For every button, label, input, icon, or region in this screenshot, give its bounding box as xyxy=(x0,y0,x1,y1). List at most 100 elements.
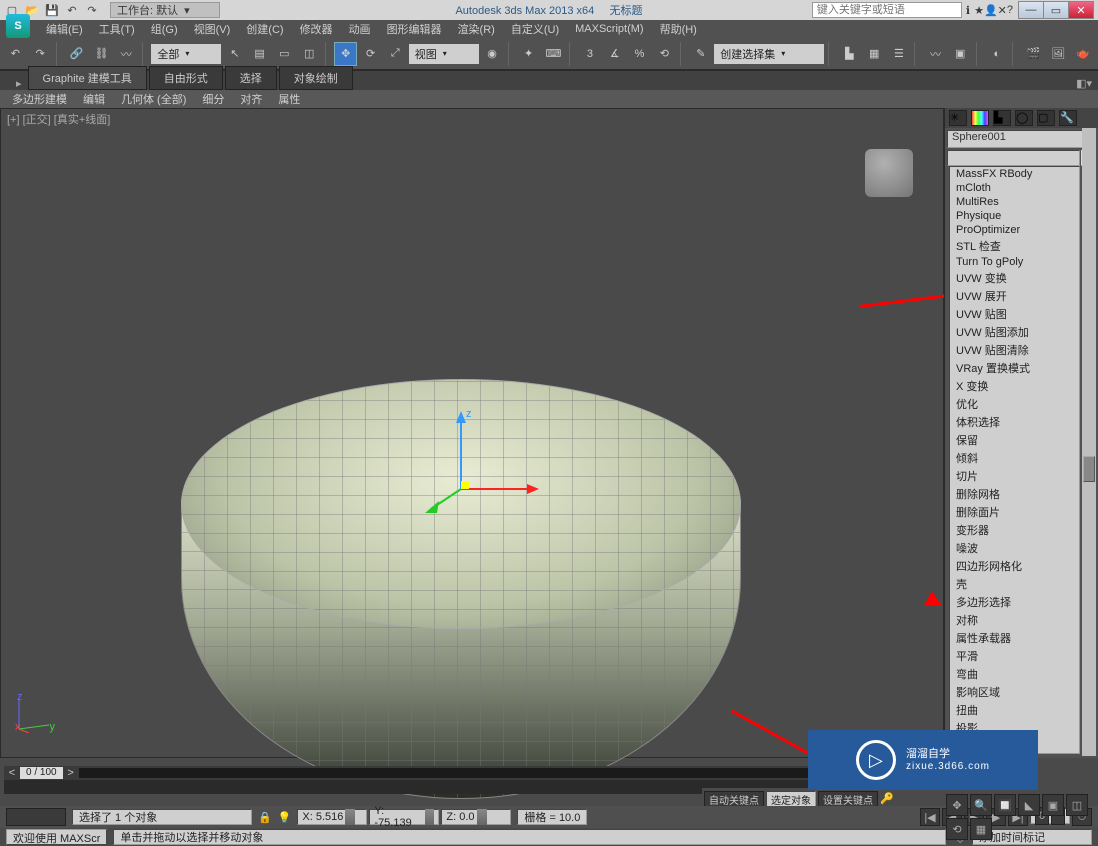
ribbon-panel-geometry[interactable]: 几何体 (全部) xyxy=(115,91,192,107)
pan-button[interactable]: ✥ xyxy=(946,794,968,816)
modifier-item[interactable]: Turn To gPoly xyxy=(950,255,1079,269)
modifier-item[interactable]: ProOptimizer xyxy=(950,223,1079,237)
percent-snap-button[interactable]: % xyxy=(628,42,651,66)
undo-button[interactable]: ↶ xyxy=(4,42,27,66)
named-selection-set[interactable]: 创建选择集▾ xyxy=(714,44,824,64)
modifier-item[interactable]: 属性承载器 xyxy=(950,629,1079,647)
exchange-icon[interactable]: ✕ xyxy=(998,4,1007,17)
tab-create-icon[interactable]: ✳ xyxy=(949,110,967,126)
modifier-item[interactable]: MultiRes xyxy=(950,195,1079,209)
edit-named-sel-button[interactable]: ✎ xyxy=(689,42,712,66)
set-key-button[interactable]: 设置关键点 xyxy=(818,791,878,807)
rendered-frame-button[interactable]: 🖼 xyxy=(1047,42,1070,66)
modifier-item[interactable]: 删除网格 xyxy=(950,485,1079,503)
angle-snap-button[interactable]: ∡ xyxy=(603,42,626,66)
unlink-button[interactable]: ⛓ xyxy=(90,42,113,66)
modifier-item[interactable]: X 变换 xyxy=(950,377,1079,395)
minimize-button[interactable]: — xyxy=(1018,1,1044,19)
viewcube[interactable] xyxy=(865,149,913,197)
modifier-item[interactable]: 四边形网格化 xyxy=(950,557,1079,575)
menu-modifiers[interactable]: 修改器 xyxy=(300,21,333,37)
help-icon[interactable]: ? xyxy=(1007,4,1013,16)
menu-render[interactable]: 渲染(R) xyxy=(458,21,495,37)
maximize-viewport-button[interactable]: ▦ xyxy=(970,818,992,840)
ribbon-panel-props[interactable]: 属性 xyxy=(272,91,306,107)
bind-spacewarp-button[interactable]: 〰 xyxy=(115,42,138,66)
auto-key-button[interactable]: 自动关键点 xyxy=(704,791,764,807)
signin-icon[interactable]: 👤 xyxy=(984,4,998,17)
menu-view[interactable]: 视图(V) xyxy=(194,21,231,37)
coord-x[interactable]: X: 5.516 xyxy=(297,809,367,825)
coord-y[interactable]: Y: -75.139 xyxy=(369,809,439,825)
modifier-item[interactable]: VRay 置换模式 xyxy=(950,359,1079,377)
undo-icon[interactable]: ↶ xyxy=(64,2,80,18)
tab-motion-icon[interactable]: ◯ xyxy=(1015,110,1033,126)
redo-button[interactable]: ↷ xyxy=(29,42,52,66)
ribbon-tab-graphite[interactable]: Graphite 建模工具 xyxy=(28,66,147,90)
goto-start-button[interactable]: |◀ xyxy=(920,808,940,826)
modifier-item[interactable]: 体积选择 xyxy=(950,413,1079,431)
modifier-item[interactable]: UVW 变换 xyxy=(950,269,1079,287)
scale-button[interactable]: ⤢ xyxy=(384,42,407,66)
viewport-label[interactable]: [+] [正交] [真实+线面] xyxy=(7,111,110,127)
ref-coord-system[interactable]: 视图▾ xyxy=(409,44,479,64)
modifier-item[interactable]: UVW 展开 xyxy=(950,287,1079,305)
layers-button[interactable]: ☰ xyxy=(888,42,911,66)
ribbon-tab-objectpaint[interactable]: 对象绘制 xyxy=(279,66,353,90)
snap-toggle-button[interactable]: 3 xyxy=(579,42,602,66)
modifier-item[interactable]: 影响区域 xyxy=(950,683,1079,701)
favorite-icon[interactable]: ★ xyxy=(974,4,984,17)
link-button[interactable]: 🔗 xyxy=(65,42,88,66)
modifier-item[interactable]: 噪波 xyxy=(950,539,1079,557)
zoom-all-button[interactable]: 🔲 xyxy=(994,794,1016,816)
ribbon-expand-icon[interactable]: ◧▾ xyxy=(1076,77,1092,90)
scrollbar-thumb[interactable] xyxy=(1083,456,1095,482)
menu-customize[interactable]: 自定义(U) xyxy=(511,21,559,37)
modifier-item[interactable]: Physique xyxy=(950,209,1079,223)
menu-edit[interactable]: 编辑(E) xyxy=(46,21,83,37)
modifier-item[interactable]: mCloth xyxy=(950,181,1079,195)
modifier-item[interactable]: 弯曲 xyxy=(950,665,1079,683)
app-menu-button[interactable]: S xyxy=(6,14,30,38)
modifier-item[interactable]: UVW 贴图 xyxy=(950,305,1079,323)
keyboard-shortcut-button[interactable]: ⌨ xyxy=(542,42,565,66)
material-editor-button[interactable]: ◐ xyxy=(985,42,1008,66)
modifier-item[interactable]: UVW 贴图清除 xyxy=(950,341,1079,359)
modifier-item[interactable]: 切片 xyxy=(950,467,1079,485)
modifier-list-dropdown[interactable]: ▾ xyxy=(947,150,1080,166)
key-icon[interactable]: 🔑 xyxy=(880,792,894,805)
mirror-button[interactable]: ▙ xyxy=(838,42,861,66)
modifier-item[interactable]: 倾斜 xyxy=(950,449,1079,467)
viewport[interactable]: [+] [正交] [真实+线面] z zyx xyxy=(0,108,944,758)
redo-icon[interactable]: ↷ xyxy=(84,2,100,18)
welcome-button[interactable]: 欢迎使用 MAXScr xyxy=(6,829,107,845)
maximize-button[interactable]: ▭ xyxy=(1043,1,1069,19)
tab-utilities-icon[interactable]: 🔧 xyxy=(1059,110,1077,126)
ribbon-panel-polymodel[interactable]: 多边形建模 xyxy=(6,91,73,107)
menu-maxscript[interactable]: MAXScript(M) xyxy=(575,23,643,35)
coord-z[interactable]: Z: 0.0 xyxy=(441,809,511,825)
zoom-extents-button[interactable]: ▣ xyxy=(1042,794,1064,816)
modifier-item[interactable]: 保留 xyxy=(950,431,1079,449)
modifier-item[interactable]: 对称 xyxy=(950,611,1079,629)
manipulate-button[interactable]: ✦ xyxy=(517,42,540,66)
ribbon-panel-edit[interactable]: 编辑 xyxy=(77,91,111,107)
object-name-field[interactable]: Sphere001 xyxy=(947,130,1096,148)
fov-button[interactable]: ◣ xyxy=(1018,794,1040,816)
schematic-view-button[interactable]: ▣ xyxy=(949,42,972,66)
render-button[interactable]: 🫖 xyxy=(1071,42,1094,66)
select-region-button[interactable]: ▭ xyxy=(273,42,296,66)
ribbon-panel-align[interactable]: 对齐 xyxy=(234,91,268,107)
modifier-item[interactable]: 平滑 xyxy=(950,647,1079,665)
pivot-button[interactable]: ◉ xyxy=(481,42,504,66)
lock-selection-icon[interactable]: 🔒 xyxy=(258,811,272,824)
orbit-button[interactable]: ⟲ xyxy=(946,818,968,840)
workspace-selector[interactable]: 工作台: 默认 ▾ xyxy=(110,2,220,18)
modifier-item[interactable]: 优化 xyxy=(950,395,1079,413)
modifier-item[interactable]: 扭曲 xyxy=(950,701,1079,719)
move-button[interactable]: ✥ xyxy=(334,42,357,66)
modifier-item[interactable]: 壳 xyxy=(950,575,1079,593)
menu-grapheditor[interactable]: 图形编辑器 xyxy=(387,21,442,37)
maxscript-mini-icon[interactable] xyxy=(6,808,66,826)
align-button[interactable]: ▦ xyxy=(863,42,886,66)
